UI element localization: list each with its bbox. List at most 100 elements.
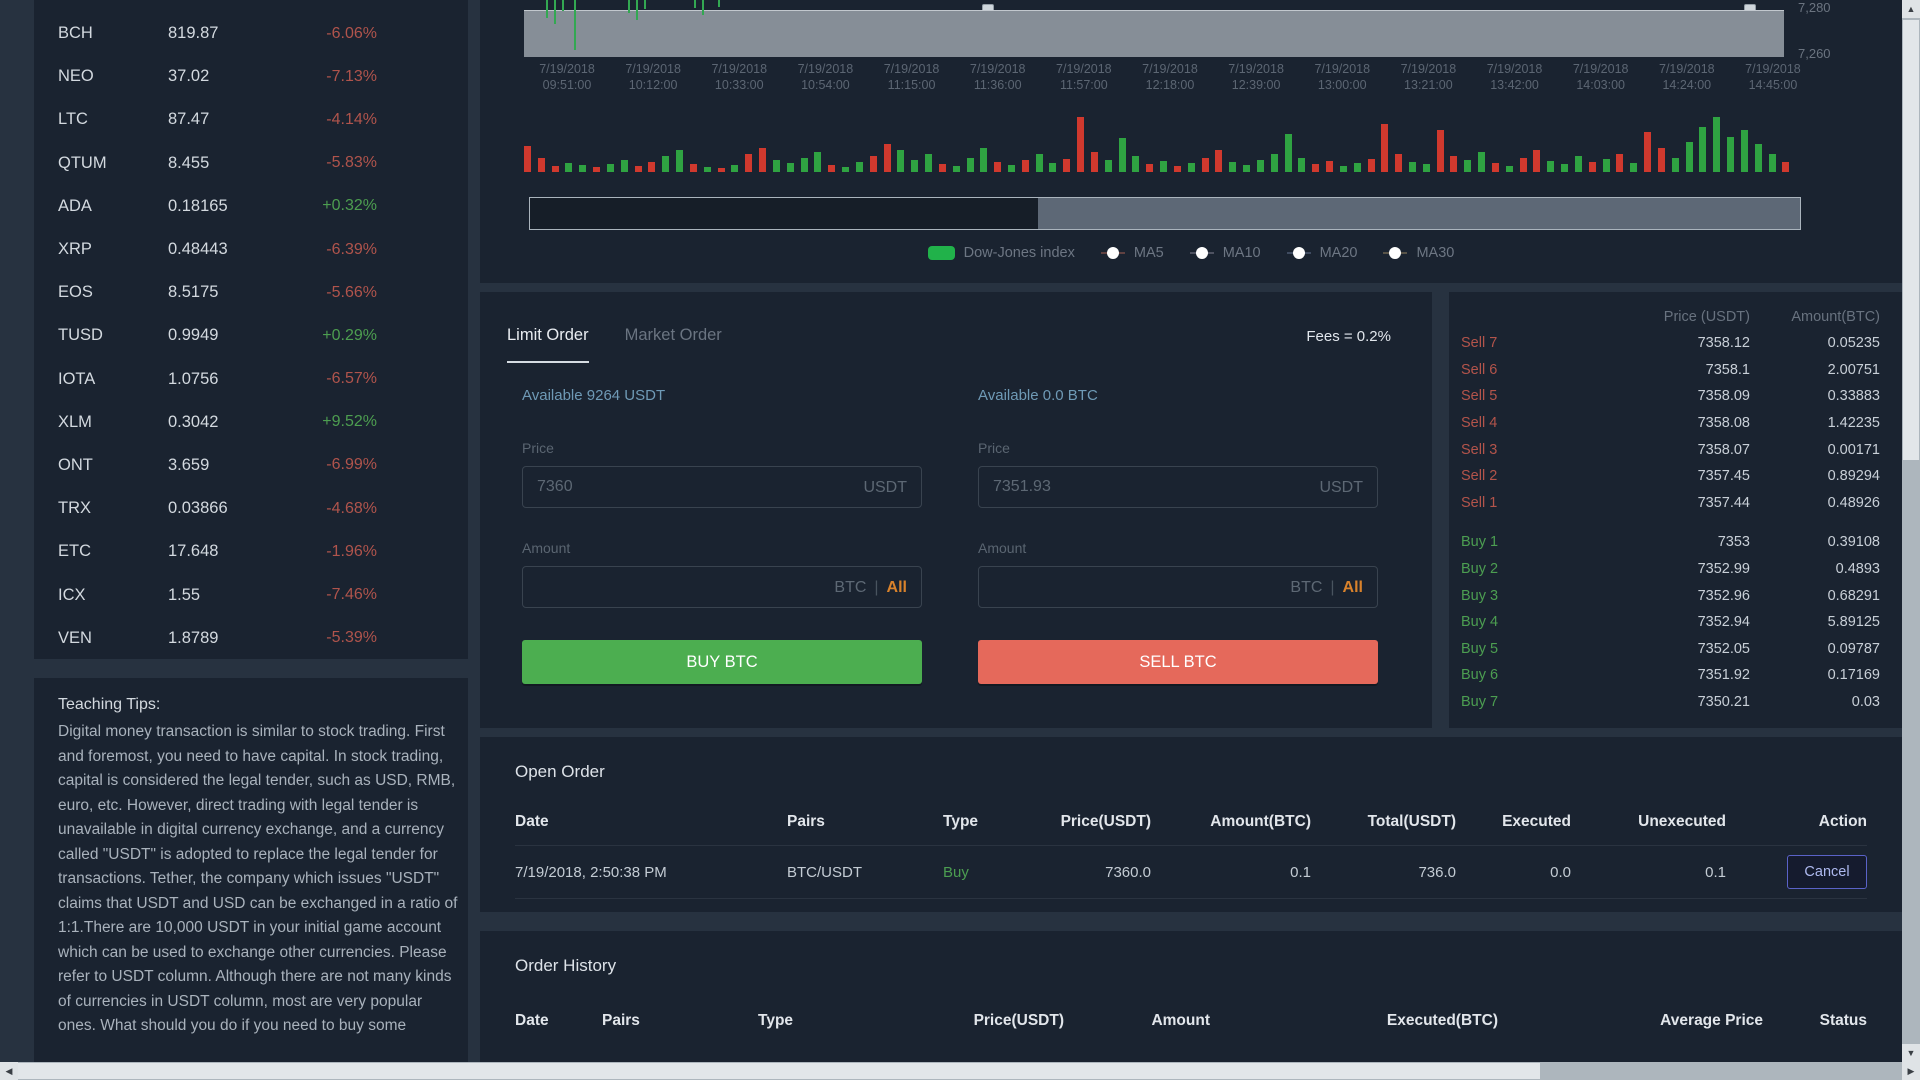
vertical-scrollbar[interactable]	[1902, 0, 1920, 1062]
volume-bar	[953, 166, 960, 172]
market-row-bch[interactable]: BCH819.87-6.06%	[34, 12, 468, 55]
sell-amount-input-box: BTC | All	[978, 566, 1378, 608]
volume-bar	[801, 158, 808, 172]
legend-item-ma30[interactable]: MA30	[1383, 245, 1454, 261]
axis-time: 14:24:00	[1639, 78, 1735, 94]
volume-bar	[579, 165, 586, 172]
column-header-action: Action	[1726, 813, 1867, 831]
buy-all-button[interactable]: All	[887, 579, 907, 597]
volume-bar	[1132, 156, 1139, 172]
coin-price: 819.87	[168, 24, 298, 43]
open-order-panel: Open Order DatePairsTypePrice(USDT)Amoun…	[480, 737, 1902, 912]
vertical-scrollbar-thumb[interactable]	[1903, 20, 1919, 460]
order-book-row-sell-7[interactable]: Sell 77358.120.05235	[1449, 330, 1902, 357]
order-book-row-buy-6[interactable]: Buy 67351.920.17169	[1449, 662, 1902, 689]
legend-item-ma10[interactable]: MA10	[1190, 245, 1261, 261]
order-book-amount: 1.42235	[1750, 415, 1880, 431]
volume-bar	[676, 150, 683, 172]
volume-bar	[1644, 132, 1651, 172]
horizontal-scrollbar[interactable]: ◀ ▶	[0, 1062, 1920, 1080]
buy-available-balance: Available 9264 USDT	[522, 387, 922, 404]
order-unexecuted: 0.1	[1571, 864, 1726, 881]
tab-market-order[interactable]: Market Order	[625, 326, 722, 363]
order-history-headers: DatePairsTypePrice(USDT)AmountExecuted(B…	[480, 1004, 1902, 1038]
volume-bar	[1699, 127, 1706, 172]
order-book-row-buy-1[interactable]: Buy 173530.39108	[1449, 529, 1902, 556]
market-row-ada[interactable]: ADA0.18165+0.32%	[34, 185, 468, 228]
order-book-row-sell-1[interactable]: Sell 17357.440.48926	[1449, 490, 1902, 517]
order-book-row-buy-5[interactable]: Buy 57352.050.09787	[1449, 636, 1902, 663]
market-row-trx[interactable]: TRX0.03866-4.68%	[34, 487, 468, 530]
sell-price-input[interactable]	[979, 467, 1377, 507]
volume-bar	[1561, 164, 1568, 172]
market-row-ven[interactable]: VEN1.8789-5.39%	[34, 617, 468, 660]
volume-bar	[1063, 159, 1070, 172]
volume-bar	[1160, 161, 1167, 172]
order-book-row-sell-3[interactable]: Sell 37358.070.00171	[1449, 436, 1902, 463]
market-row-icx[interactable]: ICX1.55-7.46%	[34, 573, 468, 616]
tab-limit-order[interactable]: Limit Order	[507, 326, 589, 363]
scroll-up-icon[interactable]: ▲	[1902, 0, 1920, 18]
volume-bar	[1755, 144, 1762, 172]
order-book-row-sell-6[interactable]: Sell 67358.12.00751	[1449, 357, 1902, 384]
order-book-row-sell-4[interactable]: Sell 47358.081.42235	[1449, 410, 1902, 437]
market-row-qtum[interactable]: QTUM8.455-5.83%	[34, 142, 468, 185]
market-row-ltc[interactable]: LTC87.47-4.14%	[34, 98, 468, 141]
volume-bar	[1409, 162, 1416, 172]
column-header-date: Date	[515, 1012, 602, 1030]
scroll-left-icon[interactable]: ◀	[0, 1062, 18, 1080]
column-header-average-price: Average Price	[1498, 1012, 1763, 1030]
buy-btc-button[interactable]: BUY BTC	[522, 640, 922, 684]
volume-bar	[704, 167, 711, 172]
legend-item-ma5[interactable]: MA5	[1101, 245, 1164, 261]
order-book-row-buy-7[interactable]: Buy 77350.210.03	[1449, 689, 1902, 716]
order-book-row-sell-2[interactable]: Sell 27357.450.89294	[1449, 463, 1902, 490]
legend-item-ma20[interactable]: MA20	[1287, 245, 1358, 261]
coin-price: 87.47	[168, 110, 298, 129]
chart-zoom-slider[interactable]	[529, 197, 1801, 230]
buy-price-input[interactable]	[523, 467, 921, 507]
volume-bar	[1036, 154, 1043, 172]
sell-all-button[interactable]: All	[1343, 579, 1363, 597]
time-axis-label: 7/19/201812:39:00	[1208, 62, 1304, 93]
order-book-row-buy-4[interactable]: Buy 47352.945.89125	[1449, 609, 1902, 636]
axis-date: 7/19/2018	[1639, 62, 1735, 78]
cancel-order-button[interactable]: Cancel	[1787, 855, 1867, 889]
volume-bar	[1464, 160, 1471, 172]
scroll-right-icon[interactable]: ▶	[1902, 1062, 1920, 1080]
market-row-neo[interactable]: NEO37.02-7.13%	[34, 55, 468, 98]
market-row-tusd[interactable]: TUSD0.9949+0.29%	[34, 314, 468, 357]
candle-wick	[702, 0, 704, 15]
order-book-price: 7357.44	[1541, 495, 1750, 511]
coin-change: -4.68%	[298, 500, 377, 518]
order-book-level-label: Sell 6	[1461, 362, 1541, 378]
market-row-etc[interactable]: ETC17.648-1.96%	[34, 530, 468, 573]
column-header-type: Type	[943, 813, 1043, 831]
market-row-eos[interactable]: EOS8.5175-5.66%	[34, 271, 468, 314]
market-row-xrp[interactable]: XRP0.48443-6.39%	[34, 228, 468, 271]
order-book-level-label: Buy 5	[1461, 641, 1541, 657]
column-header-amount: Amount	[1064, 1012, 1210, 1030]
volume-bar	[552, 166, 559, 172]
market-row-iota[interactable]: IOTA1.0756-6.57%	[34, 358, 468, 401]
order-book-row-sell-5[interactable]: Sell 57358.090.33883	[1449, 383, 1902, 410]
horizontal-scrollbar-thumb[interactable]	[18, 1063, 1540, 1079]
order-book-row-buy-2[interactable]: Buy 27352.990.4893	[1449, 556, 1902, 583]
axis-date: 7/19/2018	[1122, 62, 1218, 78]
volume-bar	[635, 166, 642, 172]
coin-change: -1.96%	[298, 543, 377, 561]
chart-drag-band[interactable]	[524, 10, 1784, 57]
order-book-row-buy-3[interactable]: Buy 37352.960.68291	[1449, 582, 1902, 609]
market-row-xlm[interactable]: XLM0.3042+9.52%	[34, 401, 468, 444]
buy-amount-unit: BTC	[834, 579, 866, 597]
order-book-level-label: Sell 2	[1461, 468, 1541, 484]
order-book-amount: 0.48926	[1750, 495, 1880, 511]
coin-price: 8.455	[168, 154, 298, 173]
market-row-ont[interactable]: ONT3.659-6.99%	[34, 444, 468, 487]
volume-bar	[1202, 158, 1209, 172]
order-type-tabs: Limit Order Market Order	[507, 326, 722, 363]
order-book-amount: 0.4893	[1750, 561, 1880, 577]
sell-btc-button[interactable]: SELL BTC	[978, 640, 1378, 684]
scroll-down-icon[interactable]: ▼	[1902, 1044, 1920, 1062]
legend-item-dow-jones[interactable]: Dow-Jones index	[928, 245, 1075, 261]
